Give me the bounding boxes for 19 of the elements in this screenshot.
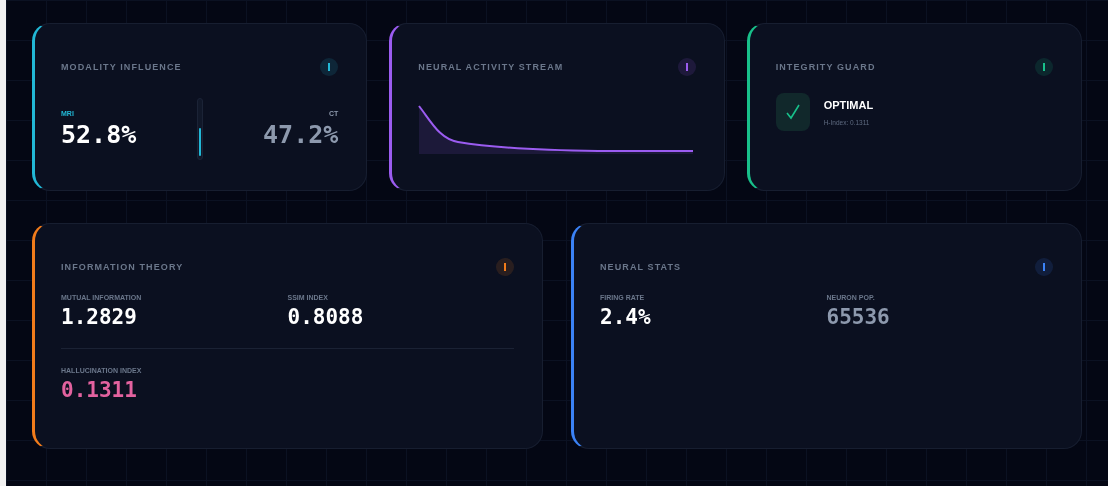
- info-icon[interactable]: [677, 58, 696, 76]
- info-icon[interactable]: [320, 58, 339, 76]
- info-icon[interactable]: [1035, 58, 1053, 76]
- card-title: NEURAL ACTIVITY STREAM: [418, 62, 564, 72]
- metric-value: 0.8088: [287, 305, 365, 329]
- card-title: INFORMATION THEORY: [61, 262, 184, 272]
- metric-value: 47.2%: [262, 119, 339, 149]
- info-icon[interactable]: [496, 258, 514, 276]
- info-icon[interactable]: [1035, 258, 1053, 276]
- metric-value: 0.1311: [61, 378, 138, 402]
- metric-value: 2.4%: [600, 305, 652, 329]
- metric-value: 1.2829: [61, 305, 138, 329]
- card-title: INTEGRITY GUARD: [775, 62, 876, 72]
- status-text: OPTIMAL: [823, 98, 874, 111]
- metric-value: 52.8%: [61, 119, 138, 149]
- check-icon: [775, 93, 810, 131]
- card-title: NEURAL STATS: [600, 262, 682, 272]
- card-title: MODALITY INFLUENCE: [61, 62, 182, 72]
- metric-value: 65536: [826, 305, 891, 329]
